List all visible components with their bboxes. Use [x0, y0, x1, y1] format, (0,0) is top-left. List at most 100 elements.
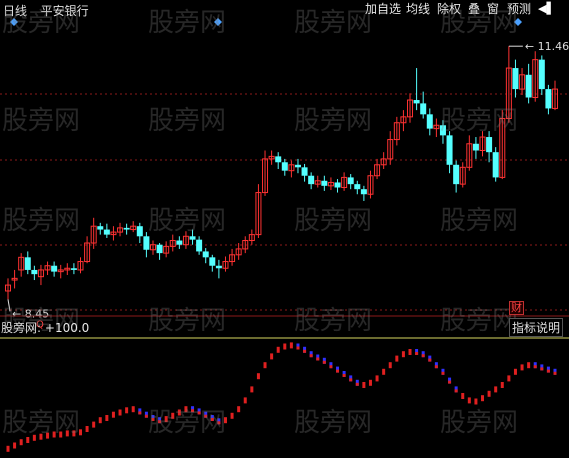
indicator-bar: [434, 365, 438, 369]
candle-body: [209, 257, 216, 266]
candle-body: [446, 135, 453, 165]
indicator-bar: [92, 421, 96, 428]
candle-body: [176, 240, 183, 245]
indicator-bar: [336, 369, 340, 373]
candle-body: [51, 265, 58, 272]
candle-body: [156, 244, 163, 254]
indicator-bar: [191, 409, 195, 413]
indicator-bar: [283, 343, 287, 350]
candle-body: [202, 251, 209, 258]
candle-body: [308, 175, 315, 185]
indicator-bar: [421, 354, 425, 358]
candle-body: [136, 226, 143, 237]
candle-body: [486, 137, 493, 153]
indicator-bar: [6, 445, 10, 452]
candle-body: [123, 227, 130, 230]
candle-body: [143, 236, 150, 250]
indicator-bar: [309, 354, 313, 358]
candle-body: [545, 89, 552, 109]
finance-badge[interactable]: 财: [509, 301, 524, 315]
indicator-bar: [39, 433, 43, 440]
indicator-bar: [395, 355, 399, 362]
indicator-bar: [237, 406, 241, 413]
diamond-marker-icon: [214, 18, 222, 26]
indicator-bar: [13, 442, 17, 449]
indicator-bar: [118, 409, 122, 416]
candle-body: [24, 257, 31, 270]
indicator-bar: [197, 411, 201, 415]
indicator-bar: [177, 409, 181, 416]
indicator-bar: [553, 371, 557, 375]
indicator-bar: [303, 349, 307, 353]
candle-body: [538, 59, 545, 90]
candle-body: [334, 182, 341, 188]
candle-body: [31, 269, 38, 275]
indicator-bar: [316, 357, 320, 361]
indicator-bar: [65, 430, 69, 437]
indicator-bar: [448, 380, 452, 384]
diamond-marker-icon: [10, 18, 18, 26]
indicator-legend: 股旁网: +100.0: [1, 321, 90, 335]
candle-body: [294, 164, 301, 168]
candle-body: [413, 100, 420, 104]
indicator-bar: [210, 418, 214, 421]
indicator-bar: [158, 420, 162, 424]
indicator-bar: [546, 369, 550, 373]
indicator-bar: [223, 417, 227, 424]
indicator-bar: [342, 374, 346, 377]
indicator-bar: [111, 411, 115, 418]
indicator-bar: [520, 364, 524, 371]
indicator-bar: [467, 397, 471, 404]
indicator-bar: [474, 398, 478, 405]
indicator-bar: [217, 421, 221, 425]
indicator-bar: [454, 389, 458, 393]
indicator-bar: [408, 349, 412, 355]
indicator-bar: [46, 432, 50, 439]
indicator-bar: [72, 430, 76, 437]
indicator-bar: [131, 406, 135, 413]
indicator-bar: [289, 342, 293, 349]
indicator-bar: [415, 352, 419, 355]
indicator-bar: [164, 416, 168, 423]
indicator-bar: [388, 362, 392, 369]
indicator-bar: [507, 375, 511, 382]
candle-body: [215, 265, 222, 269]
indicator-explain-button[interactable]: 指标说明: [509, 318, 564, 337]
indicator-bar: [138, 411, 142, 415]
indicator-bar: [98, 417, 102, 424]
candle-body: [275, 156, 282, 163]
indicator-bar: [26, 437, 30, 443]
indicator-bar: [382, 368, 386, 375]
indicator-bar: [250, 386, 254, 393]
indicator-bar: [500, 382, 504, 388]
candle-body: [439, 125, 446, 136]
candle-body: [103, 229, 110, 235]
candle-body: [196, 239, 203, 252]
indicator-bar: [52, 431, 56, 438]
indicator-bar: [263, 362, 267, 369]
indicator-bar: [243, 397, 247, 404]
indicator-bar: [270, 353, 274, 360]
candle-body: [420, 103, 427, 115]
indicator-bar: [494, 386, 498, 393]
indicator-bar: [184, 406, 188, 413]
candle-body: [426, 114, 433, 129]
candle-body: [70, 268, 77, 270]
indicator-bar: [362, 382, 366, 388]
candle-body: [360, 189, 367, 195]
indicator-bar: [375, 375, 379, 382]
indicator-bar: [401, 351, 405, 358]
indicator-name: 股旁网: [1, 321, 38, 335]
indicator-bar: [533, 365, 537, 369]
candle-body: [453, 164, 460, 185]
candle-body: [512, 68, 519, 90]
indicator-bar: [481, 395, 485, 402]
diamond-marker-icon: [514, 18, 522, 26]
indicator-bar: [230, 412, 234, 419]
indicator-value: +100.0: [44, 321, 90, 335]
indicator-bar: [355, 382, 359, 386]
indicator-bar: [296, 346, 300, 350]
kline-chart[interactable]: ← 11.46← 8.45Q: [0, 0, 569, 458]
candle-body: [301, 167, 308, 176]
candle-body: [472, 143, 479, 151]
